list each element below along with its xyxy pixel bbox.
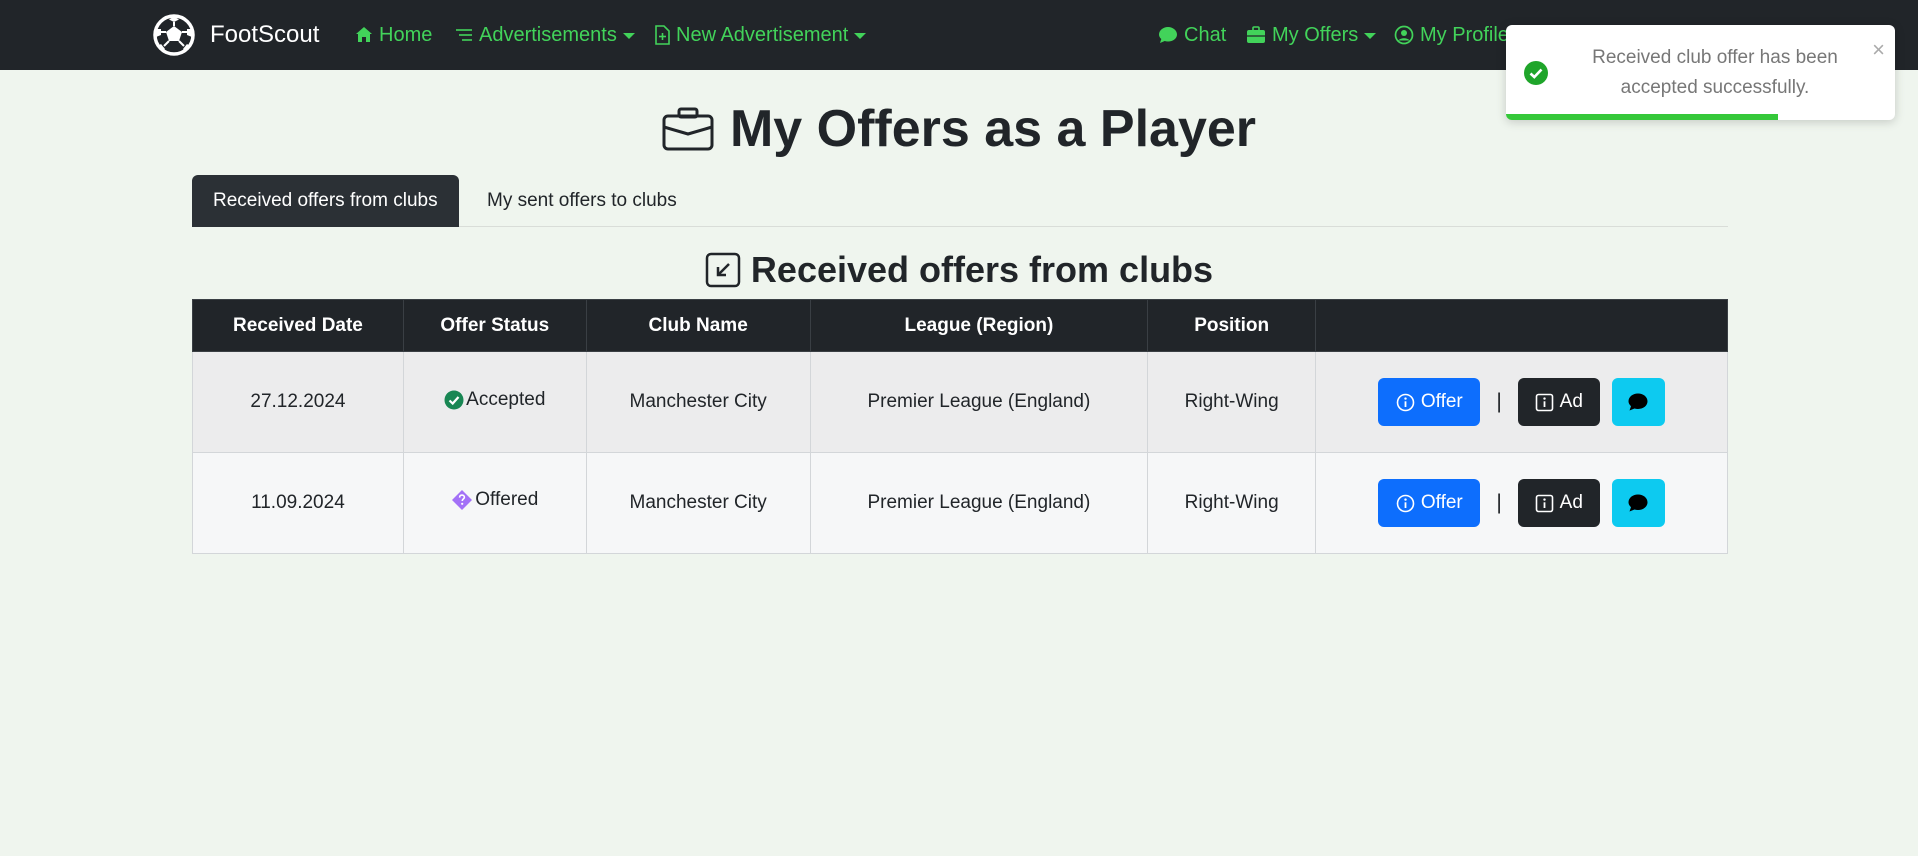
received-date: 11.09.2024 [192, 452, 404, 554]
offer-tabs: Received offers from clubs My sent offer… [192, 175, 1728, 227]
success-toast: Received club offer has been accepted su… [1506, 25, 1895, 120]
list-icon [456, 29, 472, 41]
row-actions: Offer | Ad [1315, 452, 1728, 554]
tab-sent-offers[interactable]: My sent offers to clubs [466, 175, 698, 227]
offer-details-button[interactable]: Offer [1378, 479, 1481, 527]
offer-button-label: Offer [1420, 391, 1463, 412]
offer-status: Offered [475, 489, 539, 510]
check-circle-icon [1524, 61, 1548, 85]
chat-button[interactable] [1611, 479, 1665, 527]
position: Right-Wing [1147, 351, 1317, 453]
file-plus-icon [655, 25, 670, 45]
row-actions: Offer | Ad [1315, 351, 1728, 453]
column-header: Position [1147, 299, 1317, 352]
column-header: League (Region) [809, 299, 1149, 352]
arrow-down-left-square-icon [705, 252, 741, 288]
offer-status: Accepted [466, 388, 546, 410]
column-header: Offer Status [402, 299, 587, 352]
received-offers-table: Received Date Offer Status Club Name Lea… [192, 299, 1728, 554]
section-title: Received offers from clubs [0, 245, 1918, 295]
close-icon[interactable]: × [1872, 39, 1885, 61]
column-header: Received Date [192, 299, 404, 352]
tab-received-offers[interactable]: Received offers from clubs [192, 175, 459, 227]
position: Right-Wing [1147, 452, 1317, 554]
check-circle-icon [444, 390, 464, 409]
nav-chat-label: Chat [1184, 23, 1227, 46]
nav-home-label: Home [379, 23, 433, 46]
chat-bubble-icon [1628, 393, 1648, 411]
user-circle-icon [1394, 25, 1414, 45]
brand[interactable]: FootScout [152, 12, 319, 58]
page-title-text: My Offers as a Player [729, 100, 1257, 158]
received-date: 27.12.2024 [192, 351, 404, 453]
nav-my-offers[interactable]: My Offers [1246, 0, 1377, 70]
info-square-icon [1535, 393, 1553, 411]
chevron-down-icon [854, 33, 867, 39]
info-square-icon [1535, 494, 1553, 512]
nav-advertisements[interactable]: Advertisements [455, 0, 635, 70]
nav-home[interactable]: Home [355, 0, 432, 70]
offer-status-cell: Offered [402, 452, 587, 554]
toast-message: Received club offer has been accepted su… [1592, 47, 1838, 98]
nav-advertisements-label: Advertisements [479, 23, 617, 46]
nav-new-advertisement-label: New Advertisement [676, 23, 849, 46]
nav-my-profile[interactable]: My Profile [1394, 0, 1509, 70]
brand-name: FootScout [210, 21, 320, 48]
nav-chat[interactable]: Chat [1158, 0, 1226, 70]
chevron-down-icon [622, 33, 635, 39]
section-title-text: Received offers from clubs [750, 249, 1214, 290]
nav-my-profile-label: My Profile [1420, 23, 1509, 46]
briefcase-icon [662, 107, 714, 151]
toast-progress-bar [1506, 114, 1779, 120]
column-header: Club Name [585, 299, 811, 352]
offer-details-button[interactable]: Offer [1378, 378, 1481, 426]
chat-button[interactable] [1611, 378, 1665, 426]
home-icon [356, 27, 372, 42]
nav-new-advertisement[interactable]: New Advertisement [654, 0, 867, 70]
offer-status-cell: Accepted [402, 351, 587, 453]
table-row: 27.12.2024 Accepted Manchester City Prem… [192, 351, 1728, 453]
chat-bubble-icon [1628, 494, 1648, 512]
table-row: 11.09.2024 Offered Manchester City Premi… [192, 452, 1728, 554]
column-header [1315, 299, 1728, 352]
ad-button-label: Ad [1559, 492, 1583, 513]
nav-my-offers-label: My Offers [1272, 23, 1359, 46]
chevron-down-icon [1364, 33, 1377, 39]
ad-details-button[interactable]: Ad [1517, 378, 1600, 426]
separator: | [1496, 390, 1502, 413]
ad-details-button[interactable]: Ad [1517, 479, 1600, 527]
question-diamond-icon [452, 490, 473, 510]
info-circle-icon [1396, 494, 1415, 512]
offer-button-label: Offer [1420, 492, 1463, 513]
soccer-ball-icon [153, 14, 195, 56]
club-name: Manchester City [585, 351, 811, 453]
briefcase-icon [1247, 26, 1265, 43]
league-region: Premier League (England) [809, 351, 1149, 453]
league-region: Premier League (England) [809, 452, 1149, 554]
separator: | [1496, 491, 1502, 514]
table-header-row: Received Date Offer Status Club Name Lea… [192, 299, 1728, 352]
ad-button-label: Ad [1559, 391, 1583, 412]
chat-bubble-icon [1159, 27, 1177, 43]
info-circle-icon [1396, 393, 1415, 411]
club-name: Manchester City [585, 452, 811, 554]
